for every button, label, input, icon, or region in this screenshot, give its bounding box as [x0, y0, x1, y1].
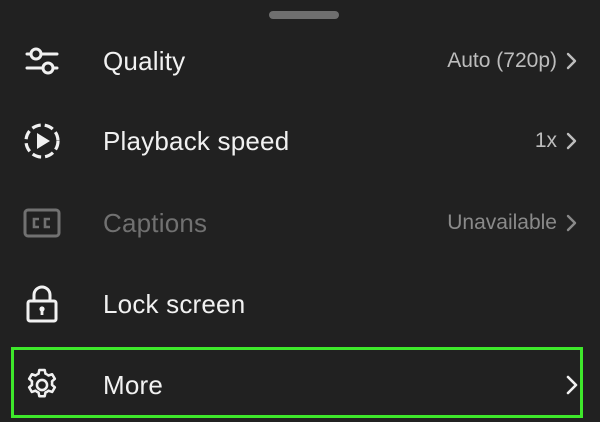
menu-item-captions[interactable]: Captions Unavailable: [0, 183, 600, 263]
menu-item-label: More: [103, 369, 164, 400]
gear-icon: [22, 365, 62, 405]
chevron-right-icon: [564, 213, 580, 233]
captions-cc-icon: [22, 203, 62, 243]
menu-item-lock-screen[interactable]: Lock screen: [0, 264, 600, 344]
menu-item-label: Lock screen: [103, 288, 246, 319]
menu-item-label: Captions: [103, 207, 208, 238]
chevron-right-icon: [564, 375, 580, 395]
menu-item-label: Playback speed: [103, 125, 290, 156]
menu-item-quality[interactable]: Quality Auto (720p): [0, 21, 600, 101]
chevron-right-icon: [564, 51, 580, 71]
menu-item-more[interactable]: More: [0, 345, 600, 422]
chevron-right-icon: [564, 131, 580, 151]
settings-bottom-sheet: Quality Auto (720p) Playback speed 1x Ca…: [0, 0, 600, 422]
menu-item-playback-speed[interactable]: Playback speed 1x: [0, 101, 600, 181]
playback-speed-value: 1x: [534, 129, 557, 152]
lock-icon: [22, 284, 62, 324]
menu-item-label: Quality: [103, 45, 186, 76]
captions-value: Unavailable: [447, 211, 557, 234]
drag-handle[interactable]: [269, 11, 339, 19]
quality-sliders-icon: [22, 41, 62, 81]
quality-value: Auto (720p): [447, 49, 557, 72]
playback-speed-icon: [22, 121, 62, 161]
